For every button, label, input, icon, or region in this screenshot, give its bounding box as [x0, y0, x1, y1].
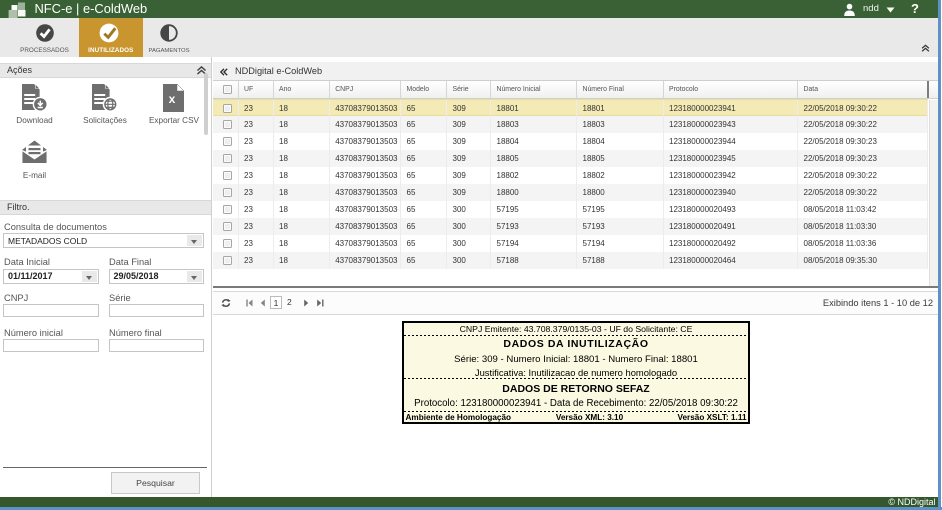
svg-text:x: x — [169, 92, 176, 106]
